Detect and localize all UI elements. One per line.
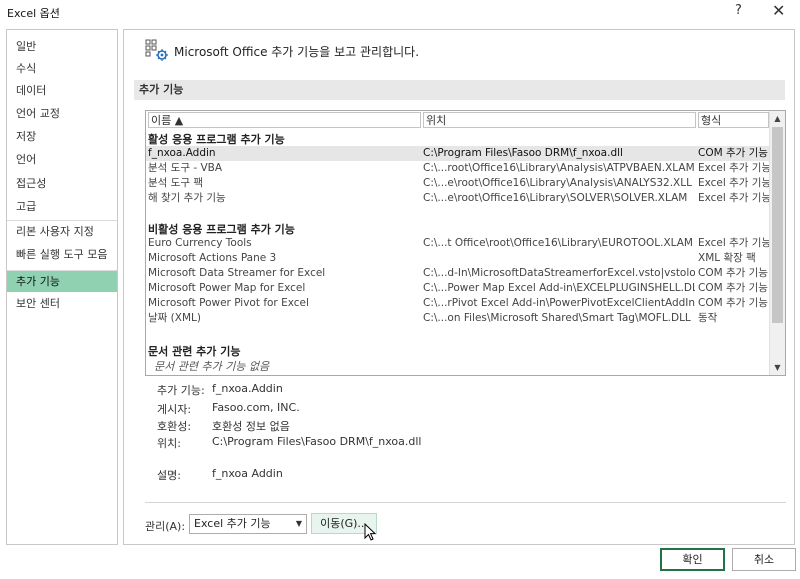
- scroll-down-icon[interactable]: ▼: [770, 360, 785, 375]
- table-row[interactable]: f_nxoa.Addin C:\Program Files\Fasoo DRM\…: [146, 146, 770, 161]
- window-title: Excel 옵션: [7, 7, 60, 20]
- main-panel: Microsoft Office 추가 기능을 보고 관리합니다. 추가 기능 …: [123, 29, 795, 545]
- manage-dropdown[interactable]: Excel 추가 기능 ▼: [189, 514, 307, 534]
- addin-name: Microsoft Power Pivot for Excel: [148, 297, 309, 309]
- mouse-cursor-icon: [364, 523, 377, 541]
- addins-list[interactable]: 이름 ▲ 위치 형식 활성 응용 프로그램 추가 기능 f_nxoa.Addin…: [145, 110, 786, 376]
- page-title: Microsoft Office 추가 기능을 보고 관리합니다.: [174, 45, 420, 59]
- table-row[interactable]: 분석 도구 - VBA C:\...root\Office16\Library\…: [146, 161, 772, 176]
- addin-location: C:\...t Office\root\Office16\Library\EUR…: [423, 237, 693, 249]
- addin-type: Excel 추가 기능: [698, 237, 772, 249]
- scrollbar-thumb[interactable]: [772, 127, 783, 323]
- detail-publisher-label: 게시자:: [157, 403, 192, 416]
- addin-location: C:\...Power Map Excel Add-in\EXCELPLUGIN…: [423, 282, 695, 294]
- cancel-button[interactable]: 취소: [732, 548, 796, 571]
- table-row[interactable]: Euro Currency Tools C:\...t Office\root\…: [146, 236, 772, 251]
- table-row[interactable]: 분석 도구 팩 C:\...e\root\Office16\Library\An…: [146, 176, 772, 191]
- addin-name: 분석 도구 팩: [148, 177, 203, 189]
- addin-type: 동작: [698, 312, 718, 324]
- sidebar-item-save[interactable]: 저장: [7, 126, 117, 148]
- column-header-name[interactable]: 이름 ▲: [148, 112, 421, 128]
- scroll-up-icon[interactable]: ▲: [770, 111, 785, 126]
- sidebar-item-data[interactable]: 데이터: [7, 80, 117, 102]
- sidebar-item-accessibility[interactable]: 접근성: [7, 173, 117, 195]
- addin-type: COM 추가 기능: [698, 297, 768, 309]
- sidebar-item-addins[interactable]: 추가 기능: [7, 270, 117, 292]
- title-bar: Excel 옵션 ? ✕: [0, 0, 800, 24]
- detail-addin-value: f_nxoa.Addin: [212, 382, 283, 395]
- addin-name: 날짜 (XML): [148, 312, 201, 324]
- detail-compat-label: 호환성:: [157, 420, 192, 433]
- sidebar-item-proofing[interactable]: 언어 교정: [7, 103, 117, 125]
- addin-location: C:\...e\root\Office16\Library\SOLVER\SOL…: [423, 192, 688, 204]
- addin-name: f_nxoa.Addin: [148, 147, 216, 159]
- addin-name: 해 찾기 추가 기능: [148, 192, 226, 204]
- table-row[interactable]: Microsoft Data Streamer for Excel C:\...…: [146, 266, 770, 281]
- sidebar-item-language[interactable]: 언어: [7, 149, 117, 171]
- addin-type: COM 추가 기능: [698, 282, 768, 294]
- addin-type: COM 추가 기능: [698, 147, 768, 159]
- table-row[interactable]: Microsoft Power Map for Excel C:\...Powe…: [146, 281, 770, 296]
- table-row[interactable]: Microsoft Actions Pane 3 XML 확장 팩: [146, 251, 770, 266]
- addin-type: Excel 추가 기능: [698, 192, 772, 204]
- sidebar: 일반 수식 데이터 언어 교정 저장 언어 접근성 고급 리본 사용자 지정 빠…: [6, 29, 118, 545]
- divider: [145, 502, 786, 503]
- group-title: 활성 응용 프로그램 추가 기능: [148, 133, 285, 146]
- addin-type: Excel 추가 기능: [698, 177, 772, 189]
- addin-name: Euro Currency Tools: [148, 237, 252, 249]
- help-button[interactable]: ?: [735, 3, 742, 18]
- detail-location-label: 위치:: [157, 437, 181, 450]
- addin-name: Microsoft Data Streamer for Excel: [148, 267, 326, 279]
- addin-name: Microsoft Power Map for Excel: [148, 282, 306, 294]
- addin-type: Excel 추가 기능: [698, 162, 772, 174]
- sidebar-item-advanced[interactable]: 고급: [7, 196, 117, 218]
- column-header-location[interactable]: 위치: [423, 112, 696, 128]
- sidebar-item-general[interactable]: 일반: [7, 36, 117, 58]
- addin-location: C:\Program Files\Fasoo DRM\f_nxoa.dll: [423, 147, 623, 159]
- detail-desc-label: 설명:: [157, 469, 181, 482]
- detail-desc-value: f_nxoa Addin: [212, 467, 283, 480]
- ok-button[interactable]: 확인: [660, 548, 725, 571]
- section-title: 추가 기능: [134, 80, 785, 100]
- column-header-type[interactable]: 형식: [698, 112, 769, 128]
- addins-gear-icon: [145, 39, 168, 61]
- sidebar-item-trust-center[interactable]: 보안 센터: [7, 293, 117, 315]
- manage-dropdown-value: Excel 추가 기능: [194, 517, 271, 530]
- manage-label: 관리(A):: [145, 520, 186, 533]
- table-row[interactable]: Microsoft Power Pivot for Excel C:\...rP…: [146, 296, 770, 311]
- addin-location: C:\...d-In\MicrosoftDataStreamerforExcel…: [423, 267, 695, 279]
- sidebar-item-customize-ribbon[interactable]: 리본 사용자 지정: [7, 220, 117, 242]
- group-title: 비활성 응용 프로그램 추가 기능: [148, 223, 295, 236]
- empty-group-note: 문서 관련 추가 기능 없음: [154, 360, 270, 373]
- addin-name: Microsoft Actions Pane 3: [148, 252, 277, 264]
- close-button[interactable]: ✕: [772, 1, 785, 20]
- list-scrollbar[interactable]: ▲ ▼: [769, 111, 785, 375]
- addin-type: XML 확장 팩: [698, 252, 756, 264]
- addin-location: C:\...root\Office16\Library\Analysis\ATP…: [423, 162, 695, 174]
- table-row[interactable]: 날짜 (XML) C:\...on Files\Microsoft Shared…: [146, 311, 770, 326]
- detail-publisher-value: Fasoo.com, INC.: [212, 401, 300, 414]
- detail-compat-value: 호환성 정보 없음: [212, 420, 290, 433]
- addin-location: C:\...rPivot Excel Add-in\PowerPivotExce…: [423, 297, 695, 309]
- detail-addin-label: 추가 기능:: [157, 384, 205, 397]
- addin-name: 분석 도구 - VBA: [148, 162, 223, 174]
- chevron-down-icon: ▼: [295, 519, 302, 528]
- detail-location-value: C:\Program Files\Fasoo DRM\f_nxoa.dll: [212, 435, 422, 448]
- addin-location: C:\...e\root\Office16\Library\Analysis\A…: [423, 177, 692, 189]
- addin-type: COM 추가 기능: [698, 267, 768, 279]
- sidebar-item-formulas[interactable]: 수식: [7, 58, 117, 80]
- group-title: 문서 관련 추가 기능: [148, 345, 241, 358]
- addin-location: C:\...on Files\Microsoft Shared\Smart Ta…: [423, 312, 691, 324]
- sidebar-item-quick-access-toolbar[interactable]: 빠른 실행 도구 모음: [7, 244, 117, 266]
- table-row[interactable]: 해 찾기 추가 기능 C:\...e\root\Office16\Library…: [146, 191, 772, 206]
